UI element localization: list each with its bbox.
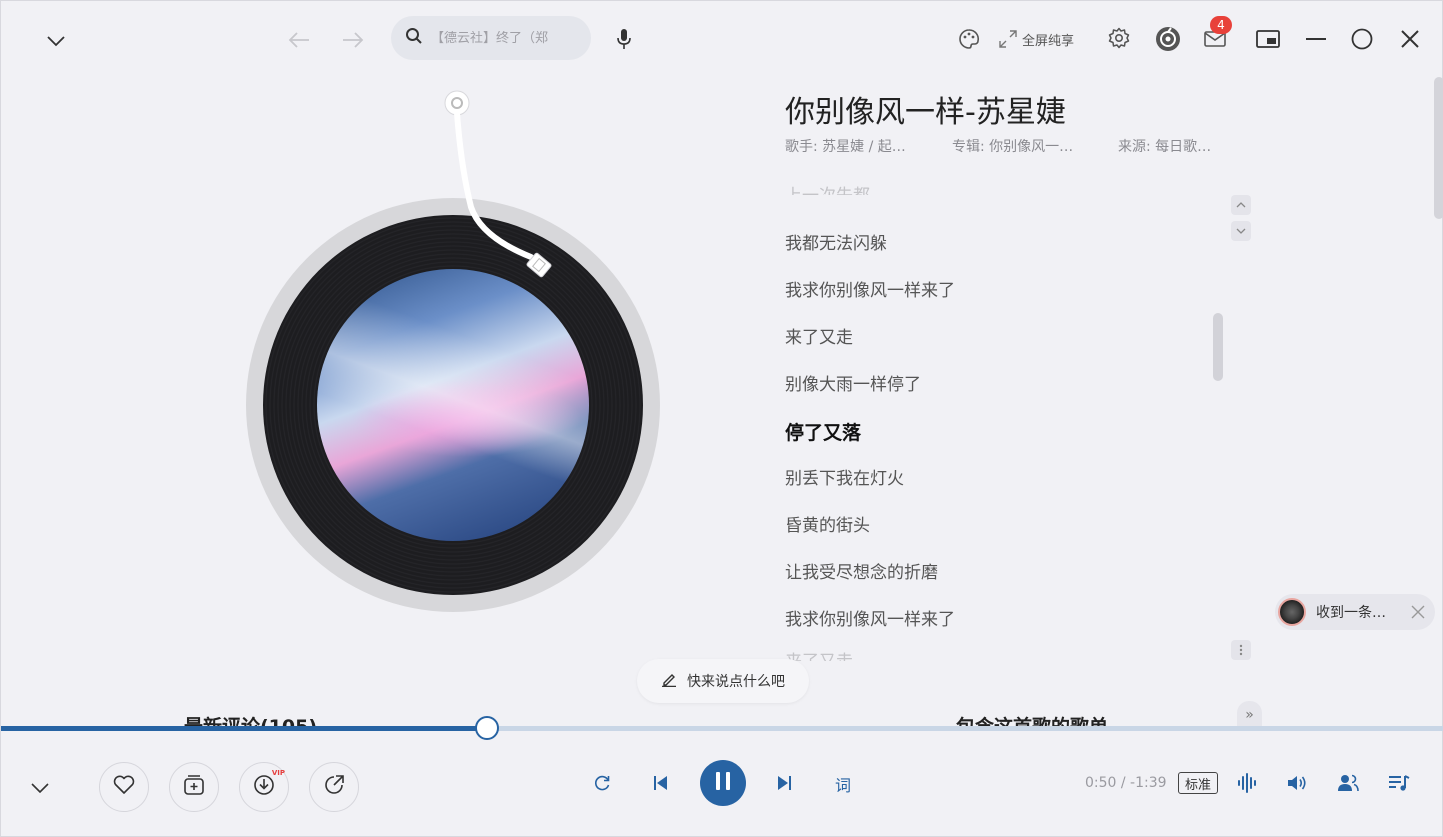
write-comment-button[interactable]: 快来说点什么吧	[637, 659, 809, 703]
search-input[interactable]	[431, 30, 571, 46]
forward-arrow-icon[interactable]	[338, 25, 368, 55]
lyric-line[interactable]: 让我受尽想念的折磨	[785, 558, 938, 583]
page-scrollbar[interactable]	[1434, 77, 1443, 219]
pause-icon	[715, 771, 731, 795]
playback-time: 0:50 / -1:39	[1085, 775, 1167, 791]
pause-button[interactable]	[700, 760, 746, 806]
mini-mode-icon[interactable]	[1253, 26, 1283, 52]
skin-palette-icon[interactable]	[956, 26, 982, 52]
expand-chevrons-icon[interactable]: »	[1237, 701, 1262, 729]
pencil-icon	[661, 671, 677, 691]
search-icon	[405, 27, 423, 49]
minimize-icon[interactable]	[1303, 27, 1329, 51]
song-title: 你别像风一样-苏星婕	[785, 95, 1066, 130]
notification-close-icon[interactable]	[1411, 604, 1425, 623]
latest-comments-title: 最新评论(105)	[184, 712, 317, 726]
vip-tag: VIP	[271, 769, 285, 777]
lyric-line-current[interactable]: 停了又落	[785, 418, 861, 445]
add-playlist-icon	[183, 774, 205, 800]
lyric-line[interactable]: 昏黄的街头	[785, 511, 870, 536]
lyric-line[interactable]: 别丢下我在灯火	[785, 464, 904, 489]
share-icon	[323, 774, 345, 800]
album-link[interactable]: 专辑: 你别像风一…	[952, 136, 1073, 156]
repeat-icon[interactable]	[590, 771, 614, 795]
write-comment-label: 快来说点什么吧	[687, 674, 785, 690]
lyrics-toggle-button[interactable]: 词	[835, 772, 851, 796]
notification-text: 收到一条…	[1316, 605, 1386, 621]
share-button[interactable]	[309, 762, 359, 812]
related-playlists-title: 包含这首歌的歌单	[956, 712, 1108, 726]
lyric-line[interactable]: 我都无法闪躲	[785, 229, 887, 254]
maximize-icon[interactable]	[1349, 26, 1375, 52]
lyrics-scrollbar[interactable]	[1213, 313, 1223, 381]
lyric-line[interactable]: 别像大雨一样停了	[785, 370, 921, 395]
lyrics-panel[interactable]: 上一次失都 我都无法闪躲 我求你别像风一样来了 来了又走 别像大雨一样停了 停了…	[785, 181, 1215, 661]
lyrics-more-icon[interactable]	[1231, 640, 1251, 660]
collapse-chevron-icon[interactable]	[41, 27, 71, 55]
lyric-line[interactable]: 来了又走	[785, 647, 853, 661]
tonearm-icon	[444, 90, 552, 278]
music-logo-icon[interactable]	[1154, 25, 1182, 53]
source-link[interactable]: 来源: 每日歌…	[1118, 136, 1211, 156]
search-box[interactable]	[391, 16, 591, 60]
back-arrow-icon[interactable]	[284, 25, 314, 55]
fullscreen-label: 全屏纯享	[1022, 33, 1075, 49]
lyric-line[interactable]: 上一次失都	[785, 181, 870, 195]
album-cover	[317, 269, 589, 541]
lyrics-scroll-down-icon[interactable]	[1231, 221, 1251, 241]
like-button[interactable]	[99, 762, 149, 812]
singer-link[interactable]: 歌手: 苏星婕 / 起…	[785, 136, 906, 156]
notification-toast[interactable]: 收到一条…	[1275, 594, 1435, 630]
player-window: 全屏纯享 4	[0, 0, 1443, 837]
lyric-line[interactable]: 我求你别像风一样来了	[785, 605, 955, 630]
quality-selector[interactable]: 标准	[1178, 772, 1218, 794]
top-bar: 全屏纯享 4	[1, 1, 1442, 77]
add-to-playlist-button[interactable]	[169, 762, 219, 812]
volume-icon[interactable]	[1285, 771, 1309, 795]
sound-effect-icon[interactable]	[1235, 771, 1259, 795]
fullscreen-button[interactable]: 全屏纯享	[998, 27, 1088, 51]
close-icon[interactable]	[1397, 26, 1423, 52]
message-count-badge: 4	[1210, 16, 1232, 34]
lyrics-scroll-up-icon[interactable]	[1231, 195, 1251, 215]
download-button[interactable]: VIP	[239, 762, 289, 812]
lyric-line[interactable]: 来了又走	[785, 323, 853, 348]
lyric-line[interactable]: 我求你别像风一样来了	[785, 276, 955, 301]
playlist-queue-icon[interactable]	[1386, 771, 1412, 795]
listen-together-icon[interactable]	[1335, 771, 1361, 795]
notification-avatar	[1278, 598, 1306, 626]
download-icon	[253, 774, 275, 800]
expand-icon	[998, 29, 1018, 49]
previous-track-icon[interactable]	[649, 771, 673, 795]
settings-gear-icon[interactable]	[1106, 25, 1132, 51]
heart-icon	[113, 775, 135, 799]
next-track-icon[interactable]	[772, 771, 796, 795]
microphone-icon[interactable]	[611, 25, 637, 53]
